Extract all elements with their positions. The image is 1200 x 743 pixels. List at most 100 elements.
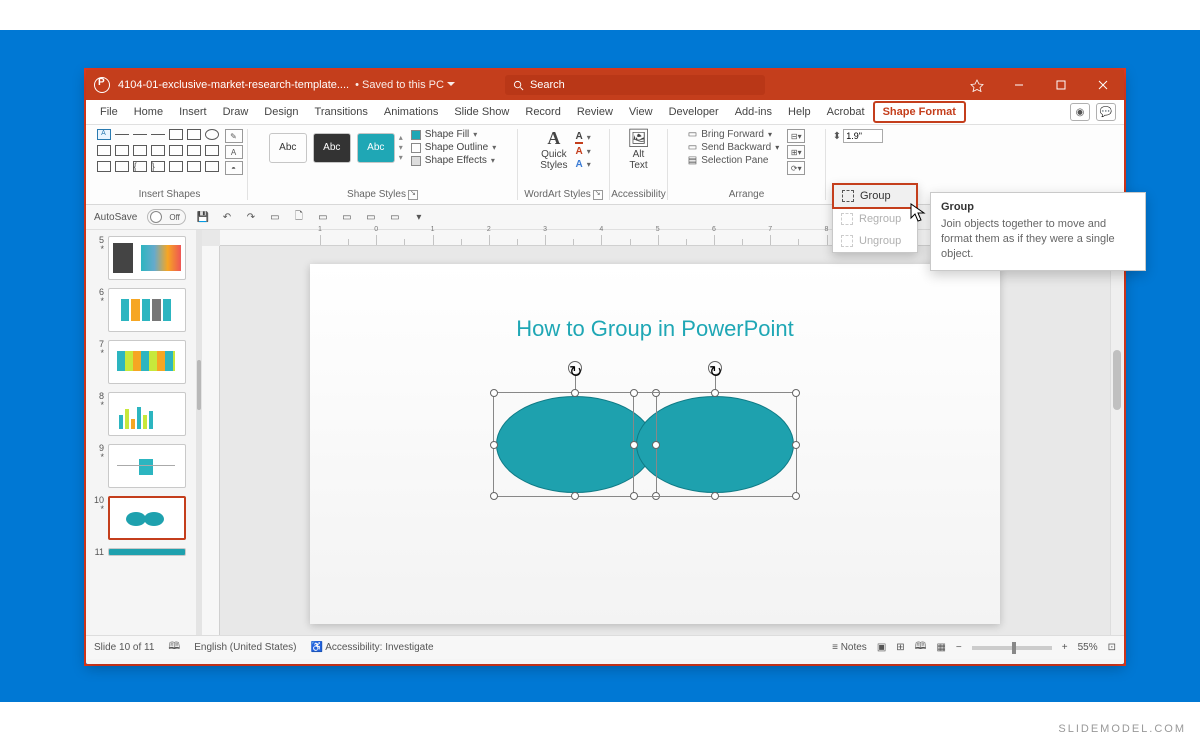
text-fill-button[interactable]: A▾: [575, 131, 590, 144]
rotate-handle-icon[interactable]: ↻: [568, 361, 582, 375]
text-box-icon[interactable]: A: [225, 145, 243, 159]
tab-animations[interactable]: Animations: [376, 100, 446, 124]
shape-effects-button[interactable]: Shape Effects▾: [411, 155, 496, 166]
thumb-7[interactable]: [108, 340, 186, 384]
style-thumb-2[interactable]: Abc: [313, 133, 351, 163]
text-effects-button[interactable]: A▾: [575, 159, 590, 170]
autosave-toggle[interactable]: Off: [147, 209, 186, 225]
thumb-6[interactable]: [108, 288, 186, 332]
ungroup-icon: [841, 235, 853, 247]
slide: How to Group in PowerPoint ↻ ↻: [310, 264, 1000, 624]
accessibility-status[interactable]: ♿ Accessibility: Investigate: [311, 642, 434, 653]
bring-forward-button[interactable]: ▭Bring Forward▾: [688, 129, 780, 140]
shapes-gallery[interactable]: A {}: [97, 129, 221, 175]
view-slideshow-icon[interactable]: ▦: [936, 642, 945, 653]
zoom-slider[interactable]: [972, 646, 1052, 650]
spelling-icon[interactable]: 🕮: [168, 639, 180, 656]
maximize-button[interactable]: [1040, 70, 1082, 100]
vertical-scrollbar[interactable]: [1110, 230, 1124, 635]
style-gallery[interactable]: Abc Abc Abc: [269, 133, 395, 163]
search-input[interactable]: Search: [505, 75, 765, 95]
thumb-9[interactable]: [108, 444, 186, 488]
fit-to-window-icon[interactable]: ⊡: [1108, 642, 1116, 653]
gallery-more-icon[interactable]: ▾: [399, 153, 403, 162]
gallery-down-icon[interactable]: ▾: [399, 143, 403, 152]
align-button[interactable]: ⊟▾: [787, 129, 805, 143]
gallery-up-icon[interactable]: ▴: [399, 133, 403, 142]
tab-shape-format[interactable]: Shape Format: [873, 101, 966, 123]
menu-item-regroup: Regroup: [833, 208, 917, 230]
dialog-launcher-icon[interactable]: [408, 190, 418, 200]
style-thumb-1[interactable]: Abc: [269, 133, 307, 163]
fill-swatch-icon: [411, 130, 421, 140]
tab-addins[interactable]: Add-ins: [727, 100, 780, 124]
tab-transitions[interactable]: Transitions: [307, 100, 376, 124]
thumb-8[interactable]: [108, 392, 186, 436]
watermark: SLIDEMODEL.COM: [1058, 723, 1186, 735]
alt-text-button[interactable]: 🖼 Alt Text: [623, 129, 654, 171]
view-reading-icon[interactable]: 🕮: [915, 639, 927, 656]
qat-icon-5[interactable]: ▭: [364, 210, 378, 224]
tab-help[interactable]: Help: [780, 100, 819, 124]
tab-acrobat[interactable]: Acrobat: [819, 100, 873, 124]
group-button[interactable]: ⊞▾: [787, 145, 805, 159]
group-label-insert-shapes: Insert Shapes: [139, 187, 201, 200]
group-label-accessibility: Accessibility: [611, 187, 665, 200]
selection-box-2[interactable]: ↻: [633, 392, 797, 497]
outline-swatch-icon: [411, 143, 421, 153]
tab-view[interactable]: View: [621, 100, 661, 124]
qat-icon-2[interactable]: 🗋: [292, 210, 306, 224]
style-thumb-3[interactable]: Abc: [357, 133, 395, 163]
thumb-11[interactable]: [108, 548, 186, 556]
zoom-out-icon[interactable]: −: [956, 642, 962, 653]
view-normal-icon[interactable]: ▣: [877, 642, 886, 653]
tab-developer[interactable]: Developer: [661, 100, 727, 124]
tab-file[interactable]: File: [92, 100, 126, 124]
save-status[interactable]: • Saved to this PC: [355, 79, 455, 91]
close-button[interactable]: [1082, 70, 1124, 100]
qat-icon-4[interactable]: ▭: [340, 210, 354, 224]
thumb-5[interactable]: [108, 236, 186, 280]
dialog-launcher-icon[interactable]: [593, 190, 603, 200]
slide-canvas[interactable]: How to Group in PowerPoint ↻ ↻: [230, 256, 1090, 625]
edit-shape-icon[interactable]: ✎: [225, 129, 243, 143]
tab-insert[interactable]: Insert: [171, 100, 215, 124]
tab-review[interactable]: Review: [569, 100, 621, 124]
shape-outline-button[interactable]: Shape Outline▾: [411, 142, 496, 153]
rotate-handle-icon[interactable]: ↻: [708, 361, 722, 375]
view-sorter-icon[interactable]: ⊞: [896, 642, 904, 653]
thumb-10[interactable]: [108, 496, 186, 540]
merge-shapes-icon[interactable]: ◓: [225, 161, 243, 175]
tab-design[interactable]: Design: [256, 100, 306, 124]
minimize-button[interactable]: [998, 70, 1040, 100]
height-input[interactable]: [843, 129, 883, 143]
undo-icon[interactable]: ↶: [220, 210, 234, 224]
record-icon[interactable]: ◉: [1070, 103, 1090, 121]
notes-button[interactable]: ≡ Notes: [832, 642, 867, 653]
tab-home[interactable]: Home: [126, 100, 171, 124]
save-icon[interactable]: 💾: [196, 210, 210, 224]
shape-fill-button[interactable]: Shape Fill▾: [411, 129, 496, 140]
send-backward-button[interactable]: ▭Send Backward▾: [688, 142, 780, 153]
autosave-label: AutoSave: [94, 212, 137, 223]
qat-icon-3[interactable]: ▭: [316, 210, 330, 224]
zoom-in-icon[interactable]: +: [1062, 642, 1068, 653]
quick-styles-button[interactable]: A Quick Styles: [536, 129, 571, 171]
ribbon-display-icon[interactable]: [956, 70, 998, 100]
tab-slide-show[interactable]: Slide Show: [446, 100, 517, 124]
qat-more-icon[interactable]: ▾: [412, 210, 426, 224]
slide-thumbnails[interactable]: 5* 6* 7* 8* 9* 10* 11: [86, 230, 196, 635]
qat-icon-6[interactable]: ▭: [388, 210, 402, 224]
slide-counter[interactable]: Slide 10 of 11: [94, 642, 154, 653]
tab-record[interactable]: Record: [517, 100, 568, 124]
language-status[interactable]: English (United States): [194, 642, 296, 653]
comments-icon[interactable]: 💬: [1096, 103, 1116, 121]
rotate-button[interactable]: ⟳▾: [787, 161, 805, 175]
redo-icon[interactable]: ↷: [244, 210, 258, 224]
tab-draw[interactable]: Draw: [215, 100, 257, 124]
text-outline-button[interactable]: A▾: [575, 146, 590, 157]
menu-item-group[interactable]: Group: [832, 183, 918, 209]
zoom-level[interactable]: 55%: [1078, 642, 1098, 653]
selection-pane-button[interactable]: ▤Selection Pane: [688, 155, 780, 166]
qat-icon-1[interactable]: ▭: [268, 210, 282, 224]
